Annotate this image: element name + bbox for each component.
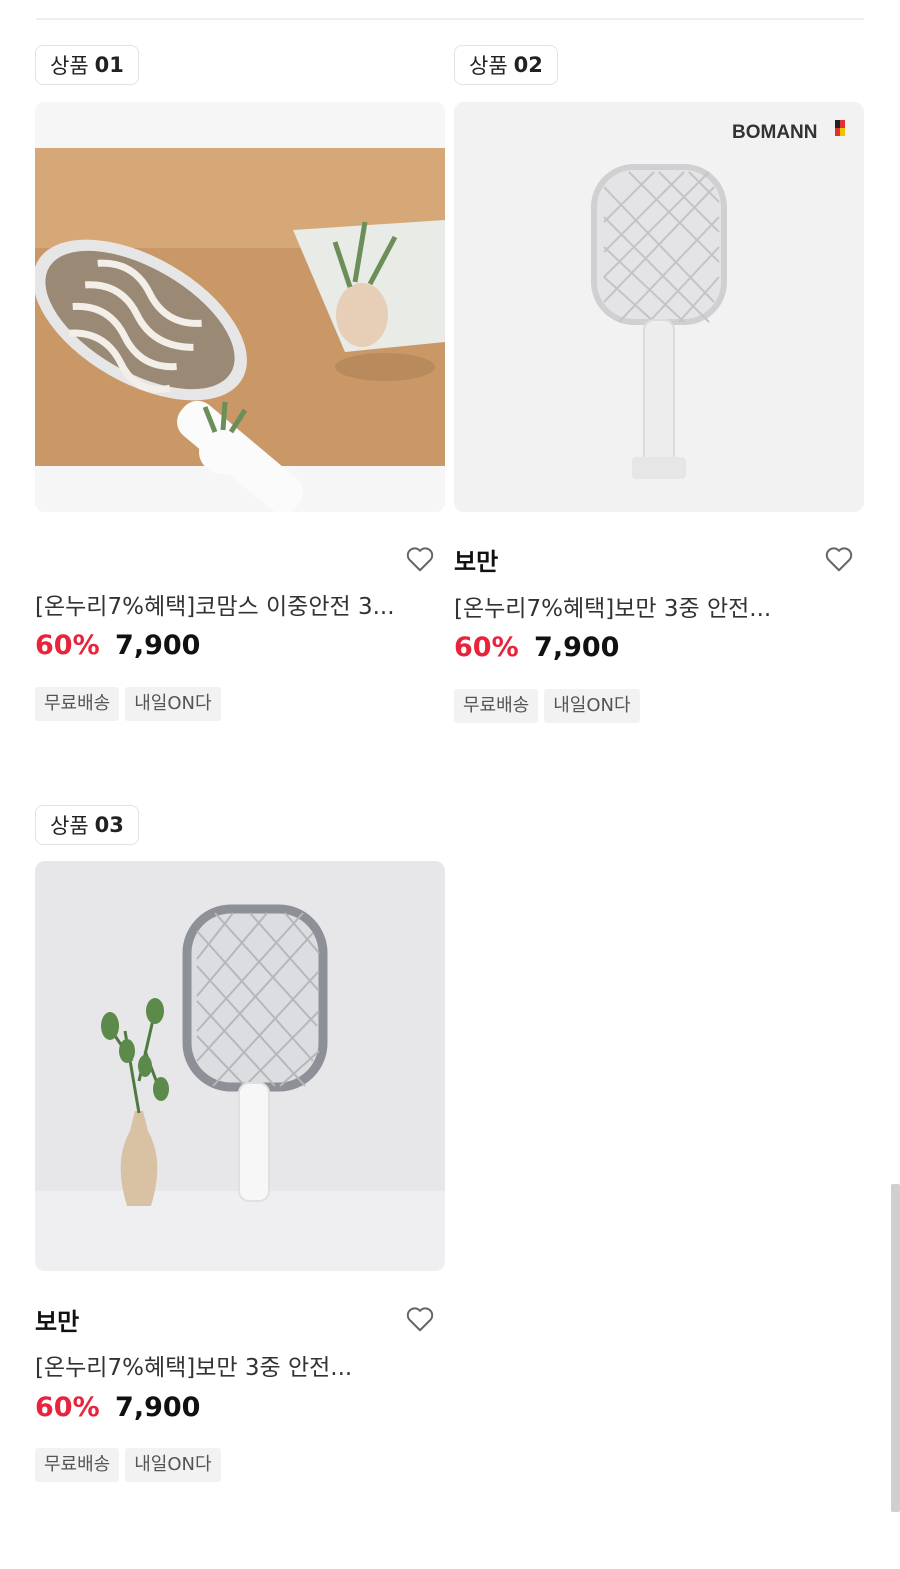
- product-title[interactable]: [온누리7%혜택]보만 3중 안전...: [35, 1348, 435, 1382]
- product-title[interactable]: [온누리7%혜택]코맘스 이중안전 3...: [35, 587, 435, 621]
- top-divider: [36, 18, 864, 20]
- product-badge: 상품 03: [35, 805, 139, 845]
- product-card-01[interactable]: 상품 01 [온누리7%혜택]코맘스 이중안전 3... 60% 7,900 무…: [35, 45, 445, 745]
- product-image[interactable]: [35, 102, 445, 512]
- wishlist-heart-icon[interactable]: [405, 1305, 435, 1333]
- discount-rate: 60%: [35, 630, 100, 661]
- tag-tomorrow-delivery: 내일ON다: [544, 689, 640, 723]
- page-scrollbar[interactable]: [891, 1184, 900, 1512]
- tag-free-shipping: 무료배송: [35, 687, 120, 721]
- product-badge: 상품 01: [35, 45, 139, 85]
- bomann-logo: BOMANN: [732, 122, 818, 143]
- badge-number: 02: [513, 53, 543, 77]
- tag-free-shipping: 무료배송: [454, 689, 539, 723]
- product-card-03[interactable]: 상품 03 보만 [온누리7%혜택]보만 3중 안전... 60% 7,900 …: [35, 805, 445, 1505]
- badge-number: 03: [94, 813, 124, 837]
- tag-list: 무료배송 내일ON다: [35, 687, 221, 721]
- product-brand: 보만: [454, 548, 499, 576]
- product-title[interactable]: [온누리7%혜택]보만 3중 안전...: [454, 589, 854, 623]
- product-image[interactable]: BOMANN: [454, 102, 864, 512]
- product-card-02[interactable]: 상품 02 BOMANN 보만 [온누리7%혜택]보만 3중 안전... 60%…: [454, 45, 864, 745]
- product-badge: 상품 02: [454, 45, 558, 85]
- discount-rate: 60%: [35, 1392, 100, 1423]
- price-row: 60% 7,900: [35, 1392, 200, 1423]
- wishlist-heart-icon[interactable]: [405, 545, 435, 573]
- badge-label: 상품: [50, 814, 89, 838]
- price-row: 60% 7,900: [35, 630, 200, 661]
- discount-rate: 60%: [454, 632, 519, 663]
- tag-list: 무료배송 내일ON다: [454, 689, 640, 723]
- tag-list: 무료배송 내일ON다: [35, 1448, 221, 1482]
- wishlist-heart-icon[interactable]: [824, 545, 854, 573]
- product-image[interactable]: [35, 861, 445, 1271]
- sale-price: 7,900: [115, 630, 201, 661]
- badge-label: 상품: [50, 54, 89, 78]
- tag-tomorrow-delivery: 내일ON다: [125, 1448, 221, 1482]
- product-brand: 보만: [35, 1308, 80, 1336]
- badge-number: 01: [94, 53, 124, 77]
- tag-tomorrow-delivery: 내일ON다: [125, 687, 221, 721]
- tag-free-shipping: 무료배송: [35, 1448, 120, 1482]
- sale-price: 7,900: [534, 632, 620, 663]
- sale-price: 7,900: [115, 1392, 201, 1423]
- price-row: 60% 7,900: [454, 632, 619, 663]
- badge-label: 상품: [469, 54, 508, 78]
